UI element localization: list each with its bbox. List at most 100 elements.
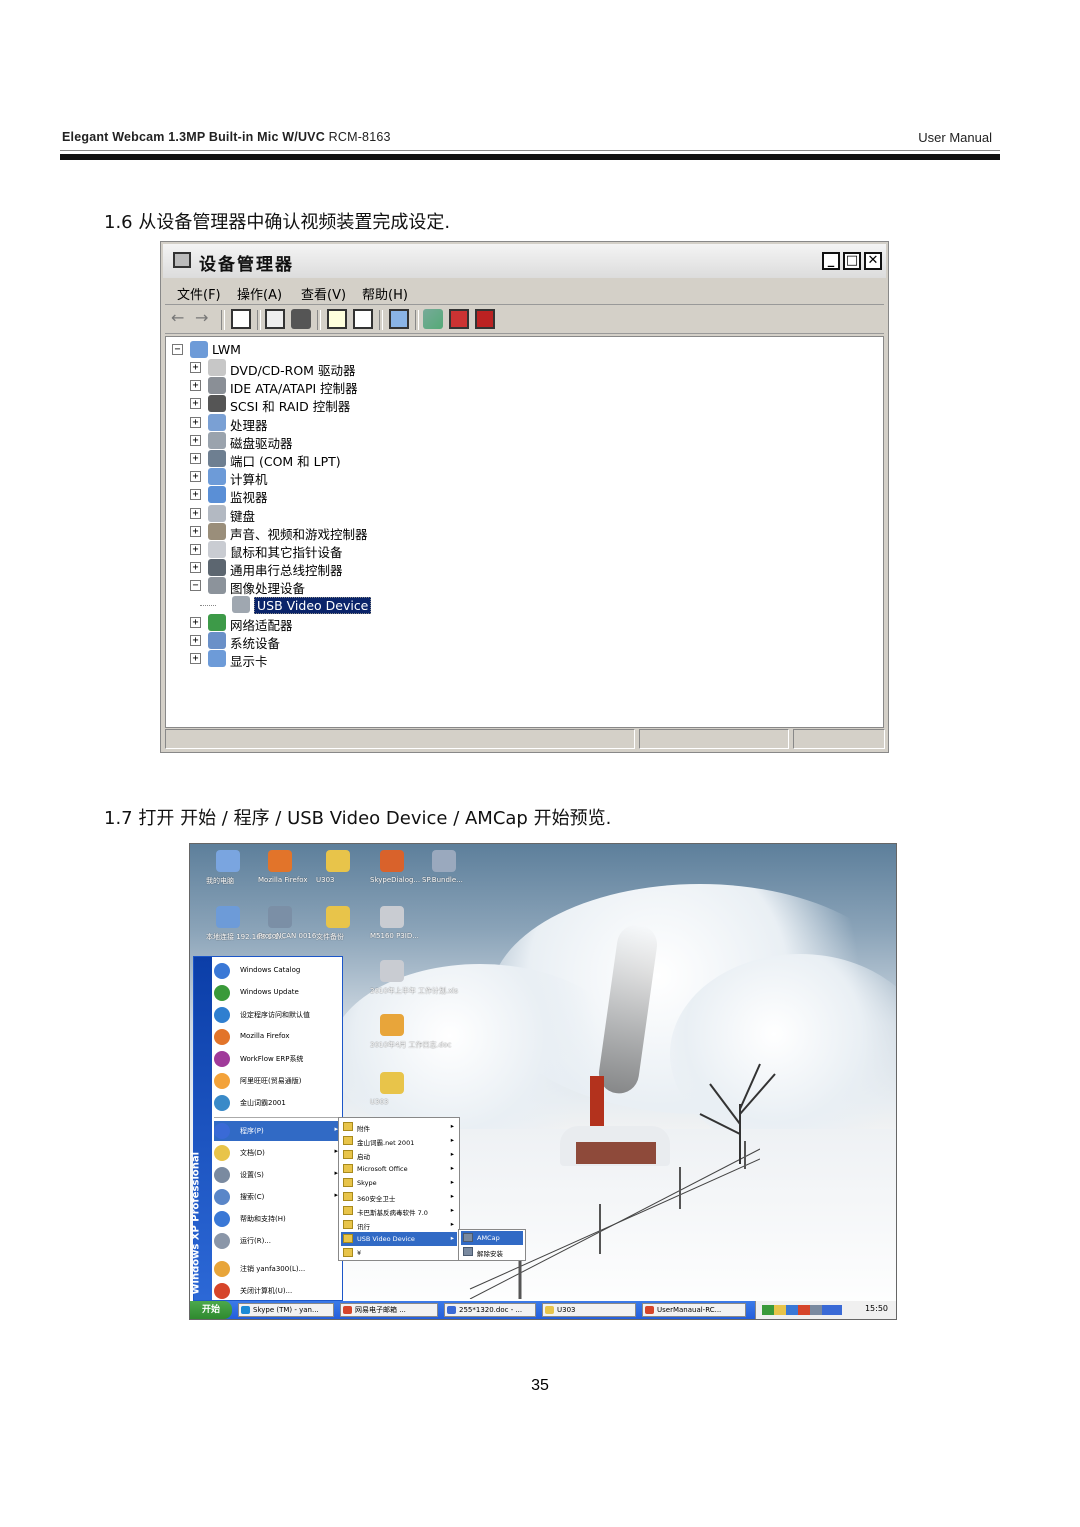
- usb-menu-item[interactable]: 解除安装: [461, 1245, 523, 1259]
- desktop-shortcut-icon[interactable]: [326, 850, 350, 872]
- start-menu-item[interactable]: 文档(D) ▸: [214, 1143, 340, 1163]
- collapse-toggle[interactable]: −: [190, 580, 201, 592]
- taskbar-button[interactable]: U303: [542, 1303, 636, 1317]
- taskbar-button[interactable]: 网易电子邮箱 ...: [340, 1303, 438, 1317]
- desktop-shortcut-icon[interactable]: [326, 906, 350, 928]
- programs-menu-item[interactable]: 附件 ▸: [341, 1120, 457, 1134]
- start-menu-pinned-item[interactable]: 阿里旺旺(贸易通版): [214, 1071, 340, 1091]
- item-label: 文档(D): [240, 1149, 265, 1157]
- expand-toggle[interactable]: +: [190, 489, 201, 501]
- close-button[interactable]: ✕: [864, 252, 882, 270]
- properties-icon[interactable]: [265, 309, 285, 329]
- start-button[interactable]: 开始: [190, 1301, 232, 1319]
- step-1-6-text: 1.6 从设备管理器中确认视频装置完成设定.: [104, 212, 451, 233]
- expand-toggle[interactable]: +: [190, 525, 201, 537]
- expand-toggle[interactable]: +: [190, 507, 201, 519]
- start-menu-pinned-item[interactable]: Windows Update: [214, 983, 340, 1003]
- tree-node-label: 系统设备: [230, 636, 281, 651]
- folder-icon: [343, 1206, 353, 1215]
- scan-hardware-icon[interactable]: [389, 309, 409, 329]
- start-menu-item[interactable]: 运行(R)...: [214, 1231, 340, 1251]
- start-menu-pinned-item[interactable]: Windows Catalog: [214, 961, 340, 981]
- expand-toggle[interactable]: +: [190, 398, 201, 410]
- maximize-button[interactable]: □: [843, 252, 861, 270]
- desktop-shortcut-icon[interactable]: [380, 850, 404, 872]
- minimize-button[interactable]: _: [822, 252, 840, 270]
- programs-menu-item[interactable]: 启动 ▸: [341, 1148, 457, 1162]
- desktop-shortcut-label: M5160 P3ID...: [370, 932, 419, 940]
- item-label: 360安全卫士: [357, 1195, 396, 1203]
- usb-video-device-submenu: AMCap 解除安装: [458, 1229, 526, 1261]
- usb-menu-item[interactable]: AMCap: [461, 1231, 523, 1245]
- expand-toggle[interactable]: +: [190, 562, 201, 574]
- desktop-shortcut-icon[interactable]: [268, 850, 292, 872]
- taskbar-button[interactable]: Skype (TM) - yan...: [238, 1303, 334, 1317]
- start-menu-item[interactable]: 设置(S) ▸: [214, 1165, 340, 1185]
- taskbar-button[interactable]: 255*1320.doc - ...: [444, 1303, 536, 1317]
- start-menu-pinned-item[interactable]: 设定程序访问和默认值: [214, 1005, 340, 1025]
- programs-menu-item[interactable]: 卡巴斯基反病毒软件 7.0 ▸: [341, 1204, 457, 1218]
- programs-menu-item[interactable]: 讯行 ▸: [341, 1218, 457, 1232]
- start-menu-pinned-item[interactable]: WorkFlow ERP系统: [214, 1049, 340, 1069]
- programs-menu-item[interactable]: ¥: [341, 1246, 457, 1260]
- show-hide-tree-icon[interactable]: [231, 309, 251, 329]
- expand-toggle[interactable]: +: [190, 362, 201, 373]
- expand-toggle[interactable]: +: [190, 434, 201, 446]
- back-arrow-icon[interactable]: ←: [171, 309, 191, 329]
- start-menu-item[interactable]: 帮助和支持(H): [214, 1209, 340, 1229]
- programs-menu-item[interactable]: Skype ▸: [341, 1176, 457, 1190]
- collapse-toggle[interactable]: −: [172, 344, 183, 355]
- shutdown-icon: [214, 1283, 230, 1299]
- help-icon[interactable]: [327, 309, 347, 329]
- menu-view[interactable]: 查看(V): [301, 284, 346, 303]
- desktop-shortcut-icon[interactable]: [380, 960, 404, 982]
- submenu-arrow-icon: ▸: [450, 1164, 454, 1172]
- computer-icon: [190, 341, 208, 358]
- start-menu-item[interactable]: 程序(P) ▸: [214, 1121, 340, 1141]
- expand-toggle[interactable]: +: [190, 544, 201, 555]
- start-menu-pinned-item[interactable]: Mozilla Firefox: [214, 1027, 340, 1047]
- tray-icons[interactable]: [762, 1305, 842, 1315]
- desktop-shortcut-icon[interactable]: [380, 1072, 404, 1094]
- programs-menu-item[interactable]: 360安全卫士 ▸: [341, 1190, 457, 1204]
- desktop-shortcut-icon[interactable]: [216, 906, 240, 928]
- menu-action[interactable]: 操作(A): [237, 284, 282, 303]
- update-driver-icon[interactable]: [423, 309, 443, 329]
- expand-toggle[interactable]: +: [190, 453, 201, 464]
- expand-toggle[interactable]: +: [190, 416, 201, 428]
- item-label: 注销 yanfa300(L)...: [240, 1265, 306, 1273]
- item-label: AMCap: [477, 1234, 500, 1242]
- desktop-shortcut-icon[interactable]: [380, 1014, 404, 1036]
- programs-menu-item[interactable]: USB Video Device ▸: [341, 1232, 457, 1246]
- programs-menu-item[interactable]: Microsoft Office ▸: [341, 1162, 457, 1176]
- menu-help[interactable]: 帮助(H): [362, 284, 408, 303]
- start-menu-pinned-item[interactable]: 金山词霸2001: [214, 1093, 340, 1113]
- expand-toggle[interactable]: +: [190, 471, 201, 483]
- disable-device-icon[interactable]: [449, 309, 469, 329]
- item-label: 解除安装: [477, 1250, 503, 1258]
- expand-toggle[interactable]: +: [190, 380, 201, 392]
- expand-toggle[interactable]: +: [190, 635, 201, 646]
- desktop-shortcut-icon[interactable]: [432, 850, 456, 872]
- start-menu-item[interactable]: 注销 yanfa300(L)...: [214, 1259, 340, 1279]
- erp-icon: [214, 1051, 230, 1067]
- uninstall-device-icon[interactable]: [475, 309, 495, 329]
- desktop-shortcut-icon[interactable]: [380, 906, 404, 928]
- print-icon[interactable]: [291, 309, 311, 329]
- model-number: RCM-8163: [328, 130, 391, 144]
- view-pane-icon[interactable]: [353, 309, 373, 329]
- windows-xp-professional-banner: Windows XP Professional: [190, 1151, 202, 1295]
- item-label: 附件: [357, 1125, 370, 1133]
- expand-toggle[interactable]: +: [190, 616, 201, 628]
- start-menu-item[interactable]: 搜索(C) ▸: [214, 1187, 340, 1207]
- expand-toggle[interactable]: +: [190, 653, 201, 665]
- programs-menu-item[interactable]: 金山词霸.net 2001 ▸: [341, 1134, 457, 1148]
- imaging-device-icon: [208, 577, 226, 595]
- desktop-shortcut-icon[interactable]: [216, 850, 240, 872]
- forward-arrow-icon[interactable]: →: [195, 309, 215, 329]
- menu-file[interactable]: 文件(F): [177, 284, 221, 303]
- item-label: 启动: [357, 1153, 370, 1161]
- desktop-shortcut-icon[interactable]: [268, 906, 292, 928]
- start-menu-item[interactable]: 关闭计算机(U)...: [214, 1281, 340, 1301]
- taskbar-button[interactable]: UserManaual-RC...: [642, 1303, 746, 1317]
